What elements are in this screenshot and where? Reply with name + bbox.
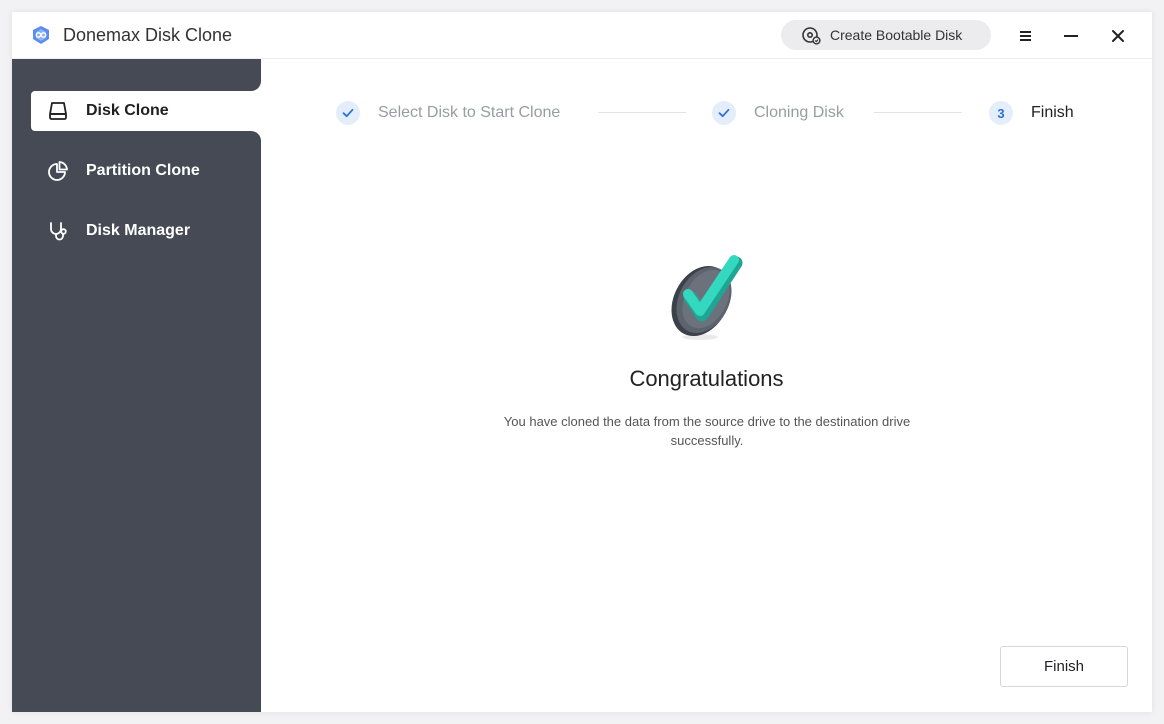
finish-button[interactable]: Finish xyxy=(1000,646,1128,687)
success-heading: Congratulations xyxy=(629,366,784,391)
sidebar-item-label: Disk Manager xyxy=(86,222,191,239)
create-bootable-disk-label: Create Bootable Disk xyxy=(830,27,963,43)
step-select-disk: Select Disk to Start Clone xyxy=(336,99,560,127)
step-divider xyxy=(874,112,962,113)
hard-drive-icon xyxy=(49,102,67,120)
sidebar: Disk Clone Partition Clone Disk Manager xyxy=(12,59,261,712)
step-done-badge xyxy=(336,101,360,125)
step-number: 3 xyxy=(997,105,1005,121)
bootable-disk-icon xyxy=(802,27,821,45)
pie-chart-icon xyxy=(48,161,68,181)
success-message: You have cloned the data from the source… xyxy=(503,414,911,448)
close-icon[interactable] xyxy=(1107,25,1129,47)
sidebar-item-label: Partition Clone xyxy=(86,162,200,179)
stethoscope-icon xyxy=(50,222,67,241)
hamburger-menu-icon[interactable] xyxy=(1014,25,1036,47)
create-bootable-disk-button[interactable]: Create Bootable Disk xyxy=(781,20,991,50)
sidebar-item-disk-clone[interactable]: Disk Clone xyxy=(31,91,261,131)
step-finish: 3 Finish xyxy=(989,99,1074,127)
step-number-badge: 3 xyxy=(989,101,1013,125)
active-tab-notch-top xyxy=(251,81,261,91)
step-label: Finish xyxy=(1031,104,1074,121)
title-bar: Donemax Disk Clone Create Bootable Disk xyxy=(12,12,1152,59)
app-window: Donemax Disk Clone Create Bootable Disk xyxy=(12,12,1152,712)
step-done-badge xyxy=(712,101,736,125)
checkmark-icon xyxy=(718,108,730,118)
step-label: Cloning Disk xyxy=(754,104,844,121)
sidebar-item-disk-manager[interactable]: Disk Manager xyxy=(31,211,261,251)
app-title: Donemax Disk Clone xyxy=(63,25,233,45)
step-divider xyxy=(598,112,686,113)
sidebar-item-label: Disk Clone xyxy=(86,102,169,119)
checkmark-icon xyxy=(342,108,354,118)
success-check-icon xyxy=(671,255,743,340)
minimize-icon[interactable] xyxy=(1060,25,1082,47)
donemax-logo-icon xyxy=(33,26,49,44)
active-tab-notch-bottom xyxy=(251,131,261,141)
sidebar-item-partition-clone[interactable]: Partition Clone xyxy=(31,151,261,191)
step-cloning-disk: Cloning Disk xyxy=(712,99,844,127)
step-label: Select Disk to Start Clone xyxy=(378,104,561,121)
